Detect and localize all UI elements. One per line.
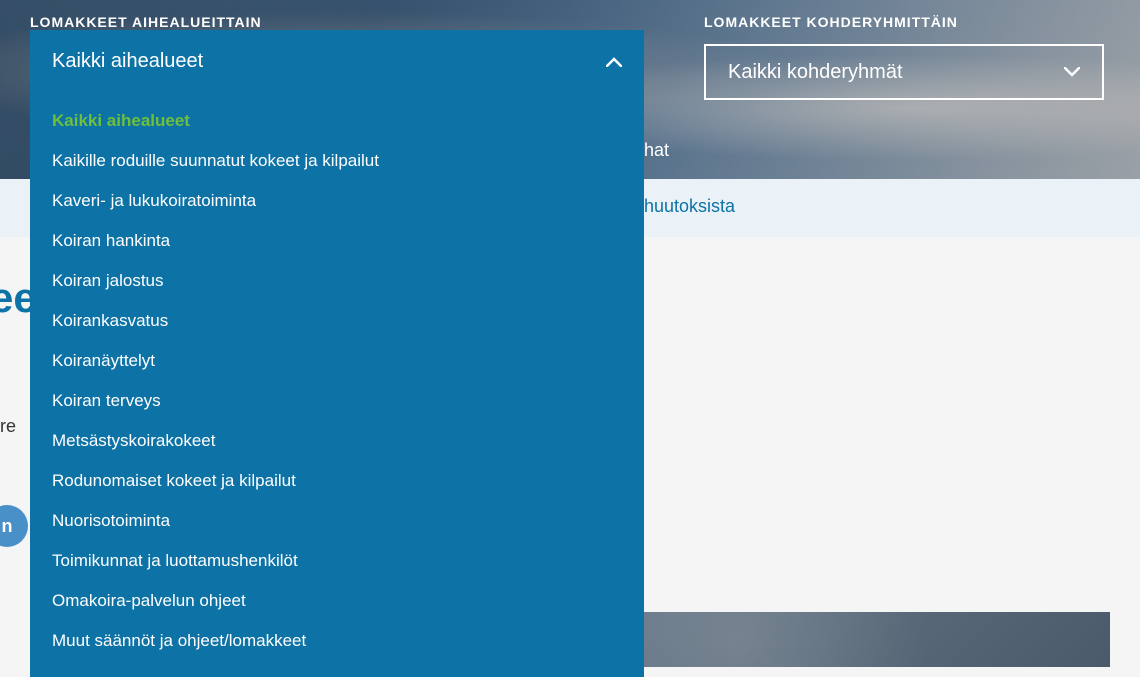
- dropdown-item[interactable]: Muut säännöt ja ohjeet/lomakkeet: [52, 621, 622, 661]
- audience-select[interactable]: Kaikki kohderyhmät: [704, 44, 1104, 100]
- chevron-down-icon: [1064, 64, 1080, 80]
- social-share-button[interactable]: n: [0, 505, 28, 547]
- topic-dropdown-panel: Kaikki aihealueet Kaikki aihealueet Kaik…: [30, 30, 644, 677]
- dropdown-item[interactable]: Koiranäyttelyt: [52, 341, 622, 381]
- topic-selected-value: Kaikki aihealueet: [52, 50, 203, 73]
- topic-dropdown-list: Kaikki aihealueet Kaikille roduille suun…: [30, 91, 644, 667]
- partial-text-hat: hat: [644, 140, 669, 161]
- audience-selected-value: Kaikki kohderyhmät: [728, 61, 903, 84]
- social-icon-label: n: [2, 516, 13, 537]
- dropdown-item[interactable]: Kaveri- ja lukukoiratoiminta: [52, 181, 622, 221]
- partial-link-fragment[interactable]: huutoksista: [644, 196, 735, 217]
- dropdown-item[interactable]: Nuorisotoiminta: [52, 501, 622, 541]
- topic-dropdown-header[interactable]: Kaikki aihealueet: [30, 30, 644, 91]
- dropdown-item[interactable]: Metsästyskoirakokeet: [52, 421, 622, 461]
- dropdown-item[interactable]: Omakoira-palvelun ohjeet: [52, 581, 622, 621]
- filter-block-audience: LOMAKKEET KOHDERYHMITTÄIN Kaikki kohdery…: [704, 14, 1104, 100]
- dropdown-item[interactable]: Koiran jalostus: [52, 261, 622, 301]
- dropdown-item[interactable]: Rodunomaiset kokeet ja kilpailut: [52, 461, 622, 501]
- dropdown-item[interactable]: Koiran hankinta: [52, 221, 622, 261]
- page-text-fragment: ere: [0, 416, 16, 437]
- dropdown-item[interactable]: Koiran terveys: [52, 381, 622, 421]
- dropdown-item[interactable]: Koirankasvatus: [52, 301, 622, 341]
- filter-topic-label: LOMAKKEET AIHEALUEITTAIN: [30, 14, 644, 30]
- chevron-up-icon: [606, 54, 622, 70]
- dropdown-item[interactable]: Kaikki aihealueet: [52, 101, 622, 141]
- filter-audience-label: LOMAKKEET KOHDERYHMITTÄIN: [704, 14, 1104, 30]
- dropdown-item[interactable]: Toimikunnat ja luottamushenkilöt: [52, 541, 622, 581]
- footer-card[interactable]: [580, 612, 1110, 667]
- dropdown-item[interactable]: Kaikille roduille suunnatut kokeet ja ki…: [52, 141, 622, 181]
